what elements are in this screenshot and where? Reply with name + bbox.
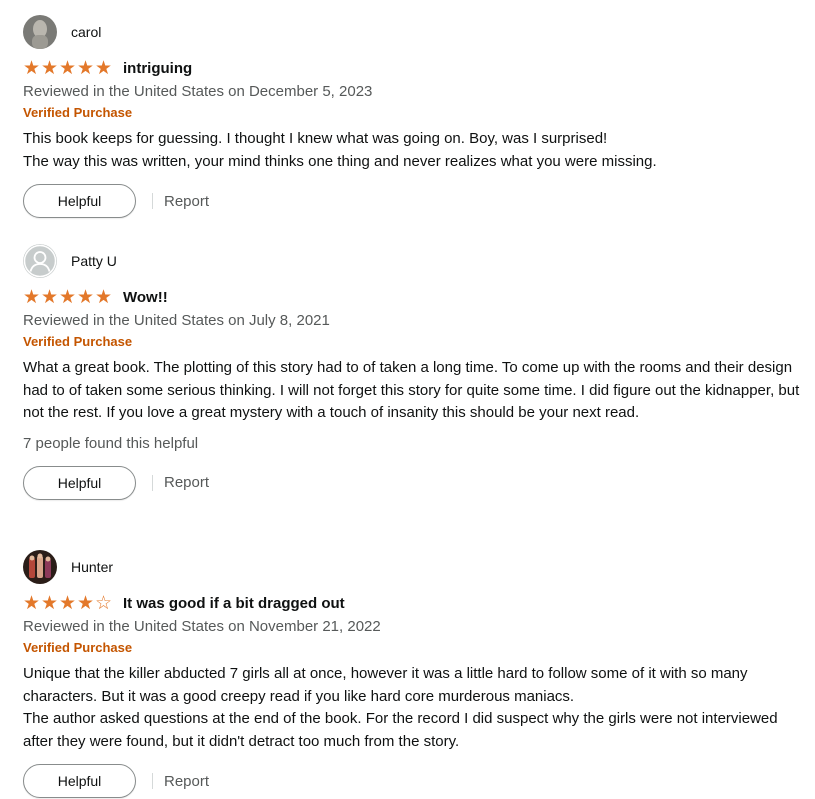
review-body: What a great book. The plotting of this … (23, 357, 803, 425)
action-divider (152, 193, 153, 209)
review-title[interactable]: Wow!! (123, 289, 168, 306)
rating-row: ★ ★ ★ ★ ☆ It was good if a bit dragged o… (23, 593, 803, 613)
star-filled-icon: ★ (95, 286, 113, 308)
reviewer-profile[interactable]: Hunter (23, 550, 803, 584)
review-paragraph: Unique that the killer abducted 7 girls … (23, 665, 748, 705)
review-body: Unique that the killer abducted 7 girls … (23, 663, 803, 753)
helpful-count: 7 people found this helpful (23, 434, 199, 452)
star-filled-icon: ★ (59, 592, 77, 614)
star-rating[interactable]: ★ ★ ★ ★ ★ (23, 59, 113, 78)
star-empty-icon: ☆ (95, 592, 113, 614)
default-user-avatar-icon[interactable] (23, 244, 57, 278)
report-link[interactable]: Report (164, 193, 209, 210)
review-paragraph: The author asked questions at the end of… (23, 710, 778, 750)
star-filled-icon: ★ (41, 286, 59, 308)
star-filled-icon: ★ (23, 57, 41, 79)
verified-purchase-badge: Verified Purchase (23, 334, 133, 349)
reviewer-name[interactable]: Patty U (71, 253, 117, 269)
review-title[interactable]: It was good if a bit dragged out (123, 595, 345, 612)
verified-purchase-badge: Verified Purchase (23, 105, 133, 120)
review-paragraph: What a great book. The plotting of this … (23, 359, 800, 421)
review-actions: Helpful Report (23, 465, 803, 501)
star-rating[interactable]: ★ ★ ★ ★ ★ (23, 288, 113, 307)
reviewer-name[interactable]: carol (71, 24, 101, 40)
review-date: Reviewed in the United States on July 8,… (23, 312, 330, 329)
action-divider (152, 773, 153, 789)
review-body: This book keeps for guessing. I thought … (23, 128, 803, 173)
review-date: Reviewed in the United States on Decembe… (23, 83, 373, 100)
star-filled-icon: ★ (23, 286, 41, 308)
star-filled-icon: ★ (41, 57, 59, 79)
star-filled-icon: ★ (77, 592, 95, 614)
report-link[interactable]: Report (164, 474, 209, 491)
star-filled-icon: ★ (59, 286, 77, 308)
reviewer-avatar[interactable] (23, 550, 57, 584)
reviewer-profile[interactable]: carol (23, 15, 803, 49)
star-filled-icon: ★ (23, 592, 41, 614)
verified-purchase-badge: Verified Purchase (23, 640, 133, 655)
star-filled-icon: ★ (41, 592, 59, 614)
helpful-button[interactable]: Helpful (23, 465, 136, 500)
helpful-button[interactable]: Helpful (23, 184, 136, 218)
star-filled-icon: ★ (95, 57, 113, 79)
rating-row: ★ ★ ★ ★ ★ intriguing (23, 58, 803, 78)
star-rating[interactable]: ★ ★ ★ ★ ☆ (23, 594, 113, 613)
reviewer-avatar[interactable] (23, 15, 57, 49)
review-date: Reviewed in the United States on Novembe… (23, 618, 381, 635)
star-filled-icon: ★ (77, 57, 95, 79)
review-title[interactable]: intriguing (123, 60, 192, 77)
review-actions: Helpful Report (23, 183, 803, 219)
review-paragraph: The way this was written, your mind thin… (23, 152, 657, 170)
review-card: Hunter ★ ★ ★ ★ ☆ It was good if a bit dr… (23, 550, 803, 799)
review-card: Patty U ★ ★ ★ ★ ★ Wow!! Reviewed in the … (23, 244, 803, 501)
reviewer-name[interactable]: Hunter (71, 559, 113, 575)
star-filled-icon: ★ (59, 57, 77, 79)
rating-row: ★ ★ ★ ★ ★ Wow!! (23, 287, 803, 307)
helpful-button[interactable]: Helpful (23, 764, 136, 798)
star-filled-icon: ★ (77, 286, 95, 308)
action-divider (152, 474, 153, 491)
reviewer-profile[interactable]: Patty U (23, 244, 803, 278)
review-paragraph: This book keeps for guessing. I thought … (23, 130, 608, 147)
report-link[interactable]: Report (164, 773, 209, 790)
review-card: carol ★ ★ ★ ★ ★ intriguing Reviewed in t… (23, 15, 803, 219)
